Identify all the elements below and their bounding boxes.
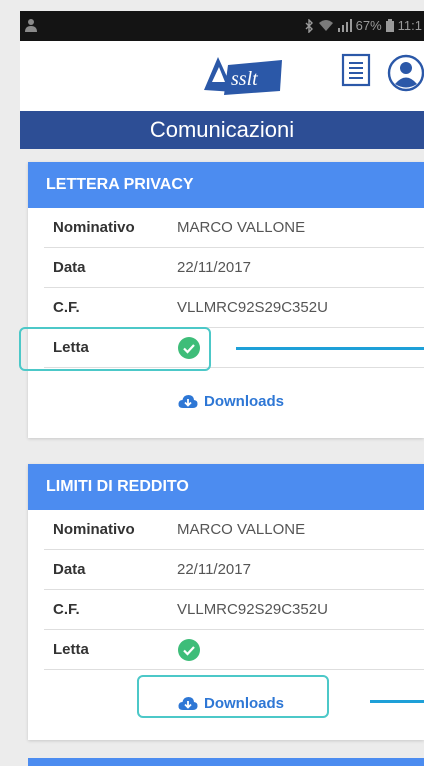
row-cf: C.F. VLLMRC92S29C352U [44,590,424,630]
communication-card-privacy: LETTERA PRIVACY Nominativo MARCO VALLONE… [28,162,424,438]
letta-pointer-line [236,347,424,350]
downloads-highlight [137,675,329,718]
person-icon [25,19,37,32]
row-label: C.F. [53,601,80,618]
row-value: 22/11/2017 [177,259,251,276]
downloads-link[interactable]: Downloads [178,393,284,410]
row-nominativo: Nominativo MARCO VALLONE [44,208,424,248]
user-avatar-icon[interactable] [386,53,424,93]
row-label: Letta [53,641,89,658]
downloads-label: Downloads [204,393,285,410]
row-label: C.F. [53,299,80,316]
battery-icon [385,19,394,32]
page-title: Comunicazioni [20,111,424,149]
downloads-pointer-line [370,700,424,703]
row-label: Nominativo [53,219,135,236]
row-data: Data 22/11/2017 [44,248,424,288]
row-letta: Letta [44,630,424,670]
row-cf: C.F. VLLMRC92S29C352U [44,288,424,328]
row-value: VLLMRC92S29C352U [177,299,328,316]
svg-text:sslt: sslt [231,68,258,90]
bluetooth-icon [305,18,313,33]
card-title: LIMITI DI REDDITO [28,464,424,510]
card-title: LETTERA PRIVACY [28,162,424,208]
assilt-logo[interactable]: sslt [198,49,286,99]
row-value: 22/11/2017 [177,561,251,578]
next-card-header [28,758,424,766]
document-list-icon[interactable] [341,53,371,87]
row-label: Nominativo [53,521,135,538]
signal-icon [337,19,352,32]
app-bar: sslt [20,41,424,111]
row-nominativo: Nominativo MARCO VALLONE [44,510,424,550]
letta-highlight [19,327,211,371]
row-data: Data 22/11/2017 [44,550,424,590]
status-bar: 67% 11:1 [20,11,424,41]
row-value: MARCO VALLONE [177,219,306,236]
row-label: Data [53,561,86,578]
clock: 11:1 [397,18,422,33]
status-icons: 67% 11:1 [304,18,422,33]
download-area: Downloads [28,368,424,438]
row-value: MARCO VALLONE [177,521,306,538]
wifi-icon [318,20,333,31]
row-label: Data [53,259,86,276]
cloud-download-icon [178,395,198,408]
battery-percent: 67% [355,18,382,33]
check-circle-icon [178,639,200,661]
row-value: VLLMRC92S29C352U [177,601,328,618]
